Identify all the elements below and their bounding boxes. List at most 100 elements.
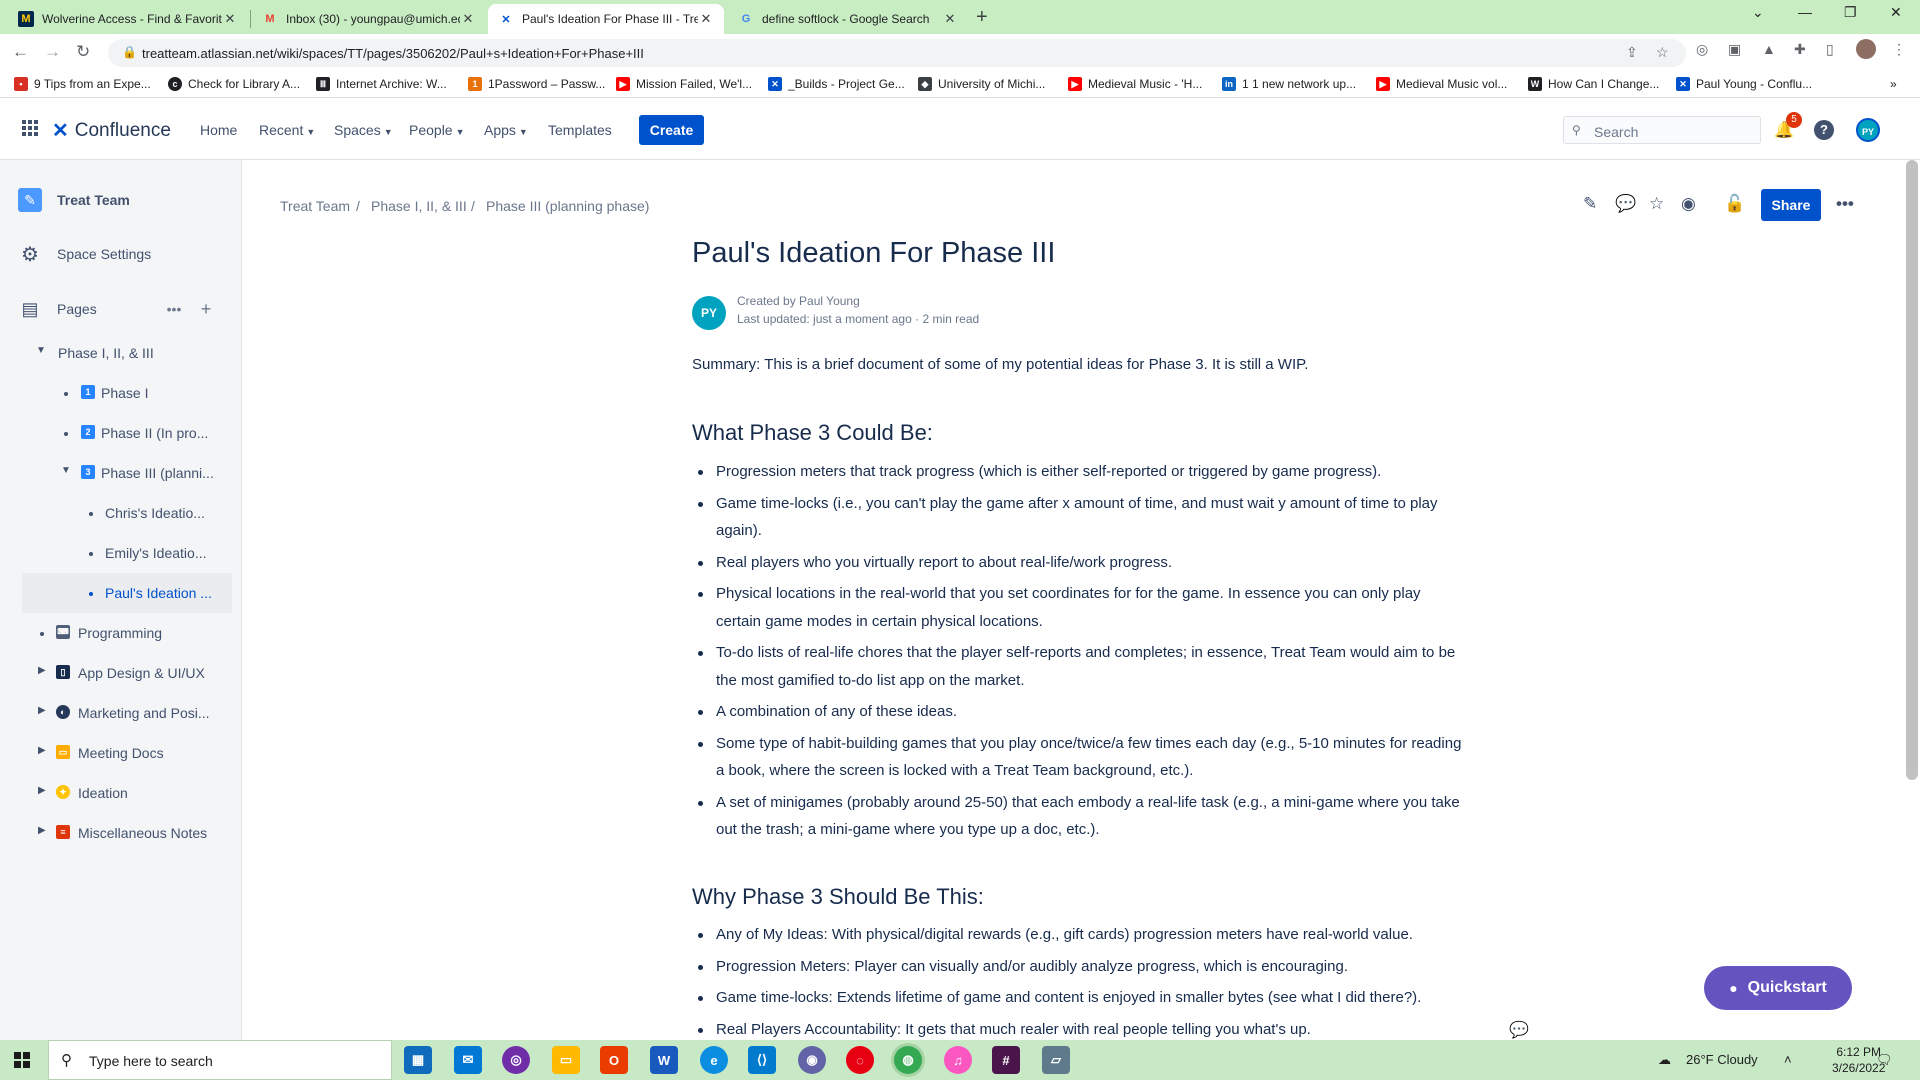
file-explorer-icon[interactable]: ▭ [552,1046,580,1074]
chrome-menu-icon[interactable]: ⋮ [1892,41,1906,58]
store-icon[interactable]: ▦ [404,1046,432,1074]
nav-apps[interactable]: Apps ▼ [484,122,528,138]
extension-icon[interactable]: ◎ [1696,41,1708,58]
bookmark-item[interactable]: ✕ Paul Young - Conflu... [1676,77,1812,91]
weather-text[interactable]: 26°F Cloudy [1686,1052,1758,1067]
help-icon[interactable]: ? [1814,120,1834,140]
share-page-icon[interactable]: ⇪ [1626,44,1638,61]
puzzle-extensions-icon[interactable]: ✚ [1794,41,1806,58]
more-actions-icon[interactable]: ••• [1836,194,1854,214]
bookmark-item[interactable]: in 1 1 new network up... [1222,77,1356,91]
notification-center-icon[interactable]: 🗨 [1876,1052,1893,1068]
tree-item-misc-notes[interactable]: ▶ ≡ Miscellaneous Notes [0,815,242,851]
restore-window-icon[interactable]: ❐ [1844,4,1857,21]
chevron-right-icon[interactable]: ▶ [38,745,46,756]
watch-eye-icon[interactable]: ◉ [1681,194,1696,214]
bookmark-item[interactable]: ◆ University of Michi... [918,77,1045,91]
tab-google-search[interactable]: G define softlock - Google Search ✕ [728,4,968,34]
chevron-down-icon[interactable]: ▼ [36,345,46,356]
tree-item-meeting-docs[interactable]: ▶ ▭ Meeting Docs [0,735,242,771]
quickstart-button[interactable]: ● Quickstart [1704,966,1852,1010]
confluence-search-input[interactable]: ⚲ Search [1563,116,1761,144]
extension-icon[interactable]: ▣ [1728,41,1741,58]
tree-item-phase-ii[interactable]: 2 Phase II (In pro... [0,415,242,451]
new-tab-button[interactable]: + [976,6,988,29]
app-icon[interactable]: ▱ [1042,1046,1070,1074]
url-text[interactable]: treatteam.atlassian.net/wiki/spaces/TT/p… [142,46,644,61]
chevron-right-icon[interactable]: ▶ [38,825,46,836]
minimize-window-icon[interactable]: — [1798,4,1812,20]
back-arrow-icon[interactable]: ← [12,42,29,62]
tree-item-phase-i-ii-iii[interactable]: ▼ Phase I, II, & III [0,335,242,371]
nav-home[interactable]: Home [200,122,237,138]
address-bar[interactable]: 🔒 treatteam.atlassian.net/wiki/spaces/TT… [108,39,1686,67]
close-tab-icon[interactable]: ✕ [942,11,958,27]
slack-icon[interactable]: # [992,1046,1020,1074]
add-page-icon[interactable]: + [196,297,216,321]
bookmark-item[interactable]: ▶ Mission Failed, We'l... [616,77,752,91]
bookmark-item[interactable]: Ⅲ Internet Archive: W... [316,77,447,91]
sidebar-space-settings[interactable]: ⚙ Space Settings [0,236,242,272]
bookmark-item[interactable]: c Check for Library A... [168,77,300,91]
nav-recent[interactable]: Recent ▼ [259,122,315,138]
last-updated[interactable]: Last updated: just a moment ago [737,312,912,326]
chevron-right-icon[interactable]: ▶ [38,785,46,796]
breadcrumb-phase-iii[interactable]: Phase III (planning phase) [486,198,649,214]
tree-item-phase-i[interactable]: 1 Phase I [0,375,242,411]
nav-spaces[interactable]: Spaces ▼ [334,122,393,138]
bookmark-item[interactable]: W How Can I Change... [1528,77,1659,91]
tree-item-chris-ideation[interactable]: Chris's Ideatio... [0,495,242,531]
app-icon[interactable]: ◌ [846,1046,874,1074]
taskbar-search-input[interactable]: ⚲ Type here to search [48,1040,392,1080]
tree-item-emily-ideation[interactable]: Emily's Ideatio... [0,535,242,571]
vscode-icon[interactable]: ⟨⟩ [748,1046,776,1074]
app-icon[interactable]: ◉ [798,1046,826,1074]
bookmark-item[interactable]: • 9 Tips from an Expe... [14,77,151,91]
breadcrumb-phase-i-ii-iii[interactable]: Phase I, II, & III [371,198,467,214]
user-avatar[interactable]: PY [1856,118,1880,142]
confluence-logo[interactable]: ✕ Confluence [52,118,171,143]
nav-templates[interactable]: Templates [548,122,612,138]
chevron-right-icon[interactable]: ▶ [38,705,46,716]
chevron-down-icon[interactable]: ▼ [61,465,71,476]
app-icon[interactable]: ◎ [502,1046,530,1074]
close-tab-icon[interactable]: ✕ [222,11,238,27]
create-button[interactable]: Create [639,115,704,145]
more-bookmarks-icon[interactable]: » [1890,77,1897,91]
tree-item-marketing[interactable]: ▶ ◐ Marketing and Posi... [0,695,242,731]
tab-confluence-active[interactable]: ✕ Paul's Ideation For Phase III - Treat … [488,4,724,34]
tree-item-phase-iii[interactable]: ▼ 3 Phase III (planni... [0,455,242,491]
office-icon[interactable]: O [600,1046,628,1074]
sidebar-space-header[interactable]: ✎ Treat Team [0,182,242,218]
tree-item-paul-ideation[interactable]: Paul's Ideation ... [22,573,232,613]
vertical-scrollbar[interactable] [1906,160,1918,780]
itunes-icon[interactable]: ♫ [944,1046,972,1074]
tab-gmail-inbox[interactable]: M Inbox (30) - youngpau@umich.edu ✕ [252,4,486,34]
more-actions-icon[interactable]: ••• [162,297,186,321]
breadcrumb-treat-team[interactable]: Treat Team [280,198,350,214]
mail-icon[interactable]: ✉ [454,1046,482,1074]
weather-icon[interactable]: ☁ [1658,1052,1671,1068]
close-tab-icon[interactable]: ✕ [698,11,714,27]
profile-avatar[interactable] [1856,39,1876,59]
share-button[interactable]: Share [1761,189,1821,221]
bookmark-item[interactable]: ✕ _Builds - Project Ge... [768,77,905,91]
author-avatar[interactable]: PY [692,296,726,330]
bookmark-item[interactable]: ▶ Medieval Music - 'H... [1068,77,1202,91]
tray-chevron-up-icon[interactable]: ˄ [1784,1052,1792,1067]
star-icon[interactable]: ☆ [1649,194,1664,214]
word-icon[interactable]: W [650,1046,678,1074]
inline-comment-icon[interactable]: 💬 [1509,1020,1529,1040]
bookmark-star-icon[interactable]: ☆ [1656,44,1669,61]
windows-start-icon[interactable] [14,1052,30,1068]
extension-icon[interactable]: ▲ [1762,41,1776,57]
side-panel-icon[interactable]: ▯ [1826,41,1834,58]
tree-item-app-design[interactable]: ▶ ▯ App Design & UI/UX [0,655,242,691]
bookmark-item[interactable]: 1 1Password – Passw... [468,77,605,91]
edit-pencil-icon[interactable]: ✎ [1583,194,1597,214]
nav-people[interactable]: People ▼ [409,122,465,138]
close-window-icon[interactable]: ✕ [1890,4,1902,21]
restrictions-lock-icon[interactable]: 🔓 [1724,194,1745,214]
tree-item-ideation[interactable]: ▶ ✦ Ideation [0,775,242,811]
chevron-right-icon[interactable]: ▶ [38,665,46,676]
